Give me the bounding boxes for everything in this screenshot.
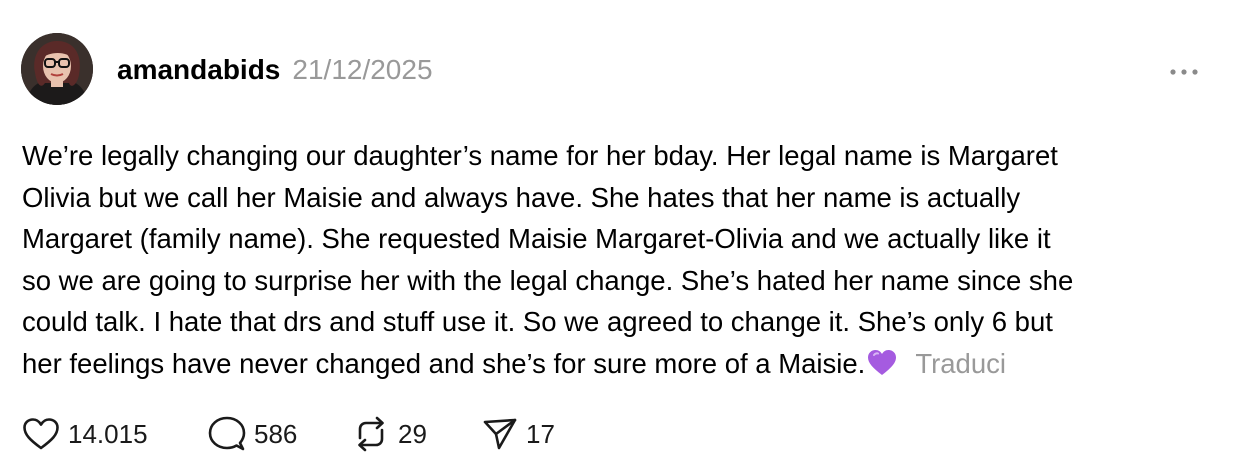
comment-count: 586 <box>254 418 298 449</box>
purple-heart-emoji-icon <box>867 347 897 389</box>
comment-button[interactable]: 586 <box>208 412 297 456</box>
repost-arrows-icon <box>352 416 390 452</box>
avatar[interactable] <box>21 33 93 105</box>
post-date: 21/12/2025 <box>292 54 433 85</box>
post-text-line: so we are going to surprise her with the… <box>22 264 1074 296</box>
post-header: amandabids 21/12/2025 <box>117 54 433 90</box>
heart-outline-icon <box>22 417 60 451</box>
speech-bubble-icon <box>208 416 246 452</box>
send-paper-plane-icon <box>482 417 518 451</box>
post-actions: 14.015 586 29 17 <box>0 412 1242 456</box>
share-count: 17 <box>526 418 555 449</box>
more-options-icon[interactable] <box>1164 58 1204 86</box>
post-text-line: could talk. I hate that drs and stuff us… <box>22 306 1053 338</box>
post-text-last-line: her feelings have never changed and she’… <box>22 343 1222 389</box>
post-body: We’re legally changing our daughter’s na… <box>22 135 1222 389</box>
like-count: 14.015 <box>68 418 148 449</box>
post-text-line: Margaret (family name). She requested Ma… <box>22 223 1051 255</box>
post-text-line: her feelings have never changed and she’… <box>22 347 866 379</box>
post-text-line: We’re legally changing our daughter’s na… <box>22 140 1058 171</box>
like-button[interactable]: 14.015 <box>22 412 148 456</box>
repost-count: 29 <box>398 418 427 449</box>
threads-post: amandabids 21/12/2025 We’re legally chan… <box>0 0 1242 476</box>
share-button[interactable]: 17 <box>482 412 555 456</box>
translate-link[interactable]: Traduci <box>915 348 1006 379</box>
repost-button[interactable]: 29 <box>352 412 427 456</box>
post-text-line: Olivia but we call her Maisie and always… <box>22 181 1021 213</box>
username-link[interactable]: amandabids <box>117 54 280 86</box>
